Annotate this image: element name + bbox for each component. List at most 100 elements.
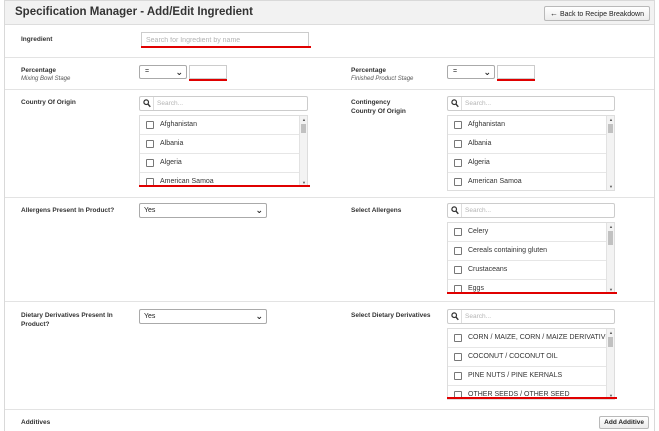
checkbox[interactable] (146, 140, 154, 148)
scrollbar-thumb[interactable] (301, 124, 306, 133)
list-item-label: Eggs (468, 285, 484, 292)
dietary-present-label: Dietary Derivatives Present In (21, 312, 113, 319)
annotation-underline (497, 79, 535, 81)
scroll-up-icon[interactable]: ▲ (608, 330, 614, 335)
scroll-down-icon[interactable]: ▼ (608, 184, 614, 189)
list-item[interactable]: Albania (140, 135, 300, 154)
list-item-label: CORN / MAIZE, CORN / MAIZE DERIVATIVES (468, 334, 615, 341)
search-icon (448, 97, 462, 110)
dietary-listbox[interactable]: CORN / MAIZE, CORN / MAIZE DERIVATIVES C… (447, 328, 615, 400)
percentage-mixing-sublabel: Mixing Bowl Stage (21, 76, 71, 82)
list-item-label: Algeria (468, 159, 490, 166)
percentage-finished-label: Percentage (351, 67, 387, 74)
page-title: Specification Manager - Add/Edit Ingredi… (15, 6, 253, 18)
contingency-label-line2: Country Of Origin (351, 108, 406, 115)
list-item-label: PINE NUTS / PINE KERNALS (468, 372, 563, 379)
scrollbar[interactable]: ▲ ▼ (606, 116, 614, 190)
back-to-recipe-button[interactable]: ← Back to Recipe Breakdown (543, 6, 650, 21)
dietary-search[interactable] (447, 309, 615, 324)
chevron-down-icon: ⌄ (483, 67, 491, 77)
checkbox[interactable] (454, 140, 462, 148)
scrollbar-thumb[interactable] (608, 231, 613, 245)
scrollbar-thumb[interactable] (608, 124, 613, 133)
checkbox[interactable] (454, 247, 462, 255)
left-arrow-icon: ← (549, 9, 558, 18)
dietary-search-input[interactable] (463, 311, 611, 322)
dietary-present-select[interactable]: Yes ⌄ (139, 309, 267, 324)
allergens-listbox[interactable]: Celery Cereals containing gluten Crustac… (447, 222, 615, 294)
additives-label: Additives (21, 419, 51, 426)
contingency-search-input[interactable] (463, 98, 611, 109)
checkbox[interactable] (454, 353, 462, 361)
country-search-input[interactable] (155, 98, 304, 109)
dietary-present-value: Yes (144, 313, 156, 320)
checkbox[interactable] (454, 266, 462, 274)
checkbox[interactable] (454, 121, 462, 129)
percentage-mixing-input[interactable] (189, 65, 227, 79)
allergens-search-input[interactable] (463, 205, 611, 216)
list-item-label: Celery (468, 228, 489, 235)
scroll-up-icon[interactable]: ▲ (301, 117, 307, 122)
scroll-up-icon[interactable]: ▲ (608, 117, 614, 122)
list-item[interactable]: Cereals containing gluten (448, 242, 607, 261)
divider (5, 57, 654, 58)
divider (5, 197, 654, 198)
list-item-label: Afghanistan (468, 121, 505, 128)
scrollbar-thumb[interactable] (608, 337, 613, 347)
annotation-underline (189, 79, 227, 81)
percentage-mixing-operator-select[interactable]: = ⌄ (139, 65, 187, 79)
percentage-finished-operator-select[interactable]: = ⌄ (447, 65, 495, 79)
list-item-label: Afghanistan (160, 121, 197, 128)
list-item-label: Albania (160, 140, 184, 147)
scrollbar[interactable]: ▲ ▼ (299, 116, 307, 186)
checkbox[interactable] (454, 334, 462, 342)
list-item-label: Algeria (160, 159, 182, 166)
scroll-up-icon[interactable]: ▲ (608, 224, 614, 229)
header-bar: Specification Manager - Add/Edit Ingredi… (5, 1, 654, 25)
ingredient-label: Ingredient (21, 36, 53, 43)
list-item[interactable]: Afghanistan (448, 116, 607, 135)
country-search[interactable] (139, 96, 308, 111)
list-item-label: American Samoa (160, 178, 214, 185)
scrollbar[interactable]: ▲ ▼ (606, 223, 614, 293)
list-item[interactable]: Albania (448, 135, 607, 154)
list-item[interactable]: Celery (448, 223, 607, 242)
percentage-mixing-label: Percentage (21, 67, 57, 74)
checkbox[interactable] (146, 159, 154, 167)
form-panel: Specification Manager - Add/Edit Ingredi… (4, 0, 655, 431)
scrollbar[interactable]: ▲ ▼ (606, 329, 614, 399)
list-item-label: COCONUT / COCONUT OIL (468, 353, 558, 360)
country-listbox[interactable]: Afghanistan Albania Algeria American Sam… (139, 115, 308, 187)
list-item[interactable]: Crustaceans (448, 261, 607, 280)
add-additive-button[interactable]: Add Additive (599, 416, 649, 429)
contingency-listbox[interactable]: Afghanistan Albania Algeria American Sam… (447, 115, 615, 191)
annotation-underline (141, 46, 311, 48)
list-item-label: Cereals containing gluten (468, 247, 547, 254)
chevron-down-icon: ⌄ (255, 205, 263, 215)
list-item[interactable]: PINE NUTS / PINE KERNALS (448, 367, 607, 386)
search-icon (448, 204, 462, 217)
divider (5, 409, 654, 410)
checkbox[interactable] (146, 121, 154, 129)
select-dietary-label: Select Dietary Derivatives (351, 312, 431, 319)
checkbox[interactable] (454, 228, 462, 236)
percentage-finished-input[interactable] (497, 65, 535, 79)
contingency-search[interactable] (447, 96, 615, 111)
allergens-search[interactable] (447, 203, 615, 218)
checkbox[interactable] (454, 159, 462, 167)
checkbox[interactable] (454, 372, 462, 380)
allergens-present-select[interactable]: Yes ⌄ (139, 203, 267, 218)
checkbox[interactable] (454, 178, 462, 186)
list-item[interactable]: Algeria (140, 154, 300, 173)
list-item[interactable]: Afghanistan (140, 116, 300, 135)
allergens-present-label: Allergens Present In Product? (21, 207, 115, 214)
operator-value: = (453, 68, 458, 75)
list-item-label: Albania (468, 140, 492, 147)
allergens-present-value: Yes (144, 207, 156, 214)
percentage-finished-sublabel: Finished Product Stage (351, 76, 414, 82)
list-item[interactable]: CORN / MAIZE, CORN / MAIZE DERIVATIVES (448, 329, 614, 348)
list-item[interactable]: COCONUT / COCONUT OIL (448, 348, 607, 367)
list-item[interactable]: American Samoa (448, 173, 607, 190)
list-item[interactable]: Algeria (448, 154, 607, 173)
back-button-label: Back to Recipe Breakdown (559, 11, 644, 18)
